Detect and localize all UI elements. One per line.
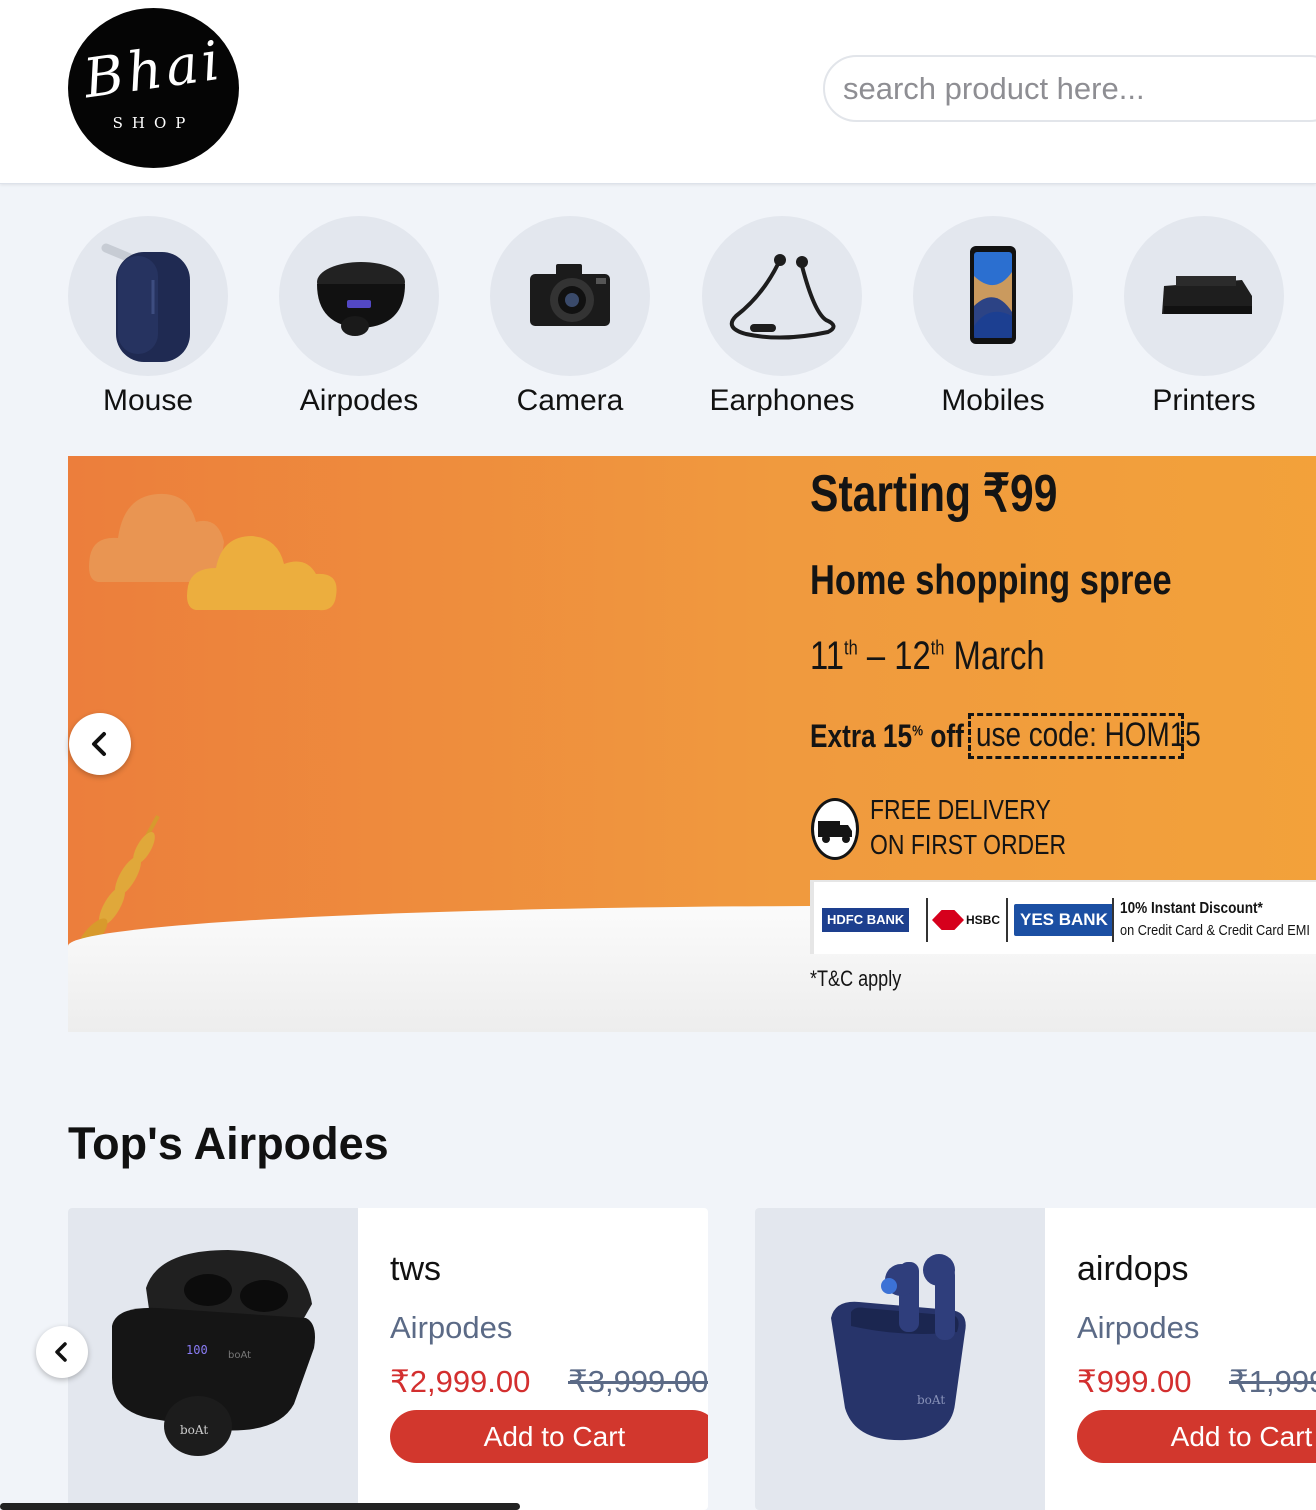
clouds-decoration [89, 493, 337, 611]
product-category: Airpodes [1077, 1310, 1200, 1345]
banner-date-day2: 12 [894, 634, 931, 678]
promo-banner[interactable]: Starting ₹99 Home shopping spree 11th – … [68, 456, 1316, 1032]
banner-dates: 11th – 12th March [810, 634, 1045, 679]
case-brand: boAt [228, 1350, 251, 1361]
product-old-price: ₹1,999.00 [1229, 1364, 1316, 1399]
hdfc-bank-logo: HDFC BANK [822, 908, 910, 932]
header: Bhai SHOP [0, 0, 1316, 184]
bud-brand: boAt [180, 1423, 208, 1437]
case-display: 100 [186, 1343, 208, 1357]
case-brand: boAt [917, 1393, 945, 1407]
product-card[interactable]: 100 boAt boAt tws Airpodes ₹2,999.00 ₹3,… [68, 1208, 708, 1510]
banner-headline: Home shopping spree [810, 556, 1172, 603]
product-name: airdops [1077, 1250, 1189, 1288]
product-card[interactable]: boAt airdops Airpodes ₹999.00 ₹1,999.00 … [755, 1208, 1316, 1510]
earphones-icon [729, 254, 836, 340]
product-image: boAt [755, 1208, 1045, 1510]
delivery-line1: FREE DELIVERY [870, 794, 1051, 825]
printer-icon [1162, 276, 1252, 314]
category-airpodes[interactable]: Airpodes [279, 216, 439, 418]
category-airpodes-image [279, 216, 439, 376]
banner-extra-prefix: Extra 15 [810, 718, 913, 754]
category-earphones-image [702, 216, 862, 376]
mouse-icon [101, 243, 190, 362]
product-category: Airpodes [390, 1310, 513, 1345]
category-printers[interactable]: Printers [1124, 216, 1284, 418]
banner-starting-price: Starting ₹99 [810, 465, 1058, 523]
category-mouse-image [68, 216, 228, 376]
category-printers-image [1124, 216, 1284, 376]
category-mobiles[interactable]: Mobiles [913, 216, 1073, 418]
yes-bank-logo: YES BANK [1014, 904, 1114, 936]
products-prev-button[interactable] [36, 1326, 88, 1378]
category-mobiles-label: Mobiles [941, 384, 1045, 417]
earbuds-case-icon: boAt [831, 1254, 966, 1441]
section-title: Top's Airpodes [68, 1118, 389, 1169]
category-earphones-label: Earphones [709, 384, 855, 417]
delivery-truck-icon [811, 798, 859, 860]
chevron-left-icon [92, 732, 106, 756]
search-input[interactable] [823, 55, 1316, 122]
bank-divider [1006, 898, 1008, 942]
promo-code: use code: HOM15 [976, 716, 1201, 754]
instant-discount-text: 10% Instant Discount* [1120, 900, 1263, 917]
bank-divider [1112, 898, 1114, 942]
earbuds-case-icon: 100 boAt boAt [112, 1250, 315, 1456]
category-camera-image [490, 216, 650, 376]
banner-date-dash: – [866, 634, 886, 678]
add-to-cart-button[interactable]: Add to Cart [1077, 1410, 1316, 1463]
category-mouse-label: Mouse [102, 384, 194, 417]
shop-logo[interactable]: Bhai SHOP [68, 8, 239, 168]
product-old-price: ₹3,999.00 [568, 1364, 708, 1399]
category-airpodes-label: Airpodes [299, 384, 419, 417]
category-camera-label: Camera [516, 384, 624, 417]
logo-brand: Bhai [79, 28, 228, 111]
banner-extra-offer: Extra 15% off [810, 718, 964, 755]
banner-extra-suffix: off [930, 718, 964, 754]
category-mouse[interactable]: Mouse [68, 216, 228, 418]
banner-date-month: March [953, 634, 1045, 678]
mobile-icon [970, 246, 1016, 344]
camera-icon [530, 264, 610, 326]
chevron-left-icon [55, 1342, 67, 1362]
product-name: tws [390, 1250, 441, 1288]
banner-extra-sup: % [912, 722, 924, 740]
terms-text: *T&C apply [810, 966, 902, 991]
product-price: ₹2,999.00 [390, 1364, 531, 1399]
category-printers-label: Printers [1152, 384, 1256, 417]
banner-date-sup2: th [930, 637, 945, 660]
banner-date-day1: 11 [810, 634, 845, 678]
logo-subtitle: SHOP [112, 114, 195, 132]
delivery-line2: ON FIRST ORDER [870, 829, 1067, 860]
bank-divider [926, 898, 928, 942]
add-to-cart-button[interactable]: Add to Cart [390, 1410, 708, 1463]
hsbc-logo: HSBC [932, 908, 1000, 932]
category-camera[interactable]: Camera [490, 216, 650, 418]
category-earphones[interactable]: Earphones [702, 216, 862, 418]
bank-offers-strip: HDFC BANK HSBC YES BANK 10% Instant Disc… [810, 880, 1316, 954]
instant-discount-subtext: on Credit Card & Credit Card EMI [1120, 922, 1310, 939]
category-mobiles-image [913, 216, 1073, 376]
airpods-icon [317, 262, 405, 336]
scroll-indicator [0, 1503, 520, 1510]
banner-date-sup1: th [844, 637, 858, 660]
product-price: ₹999.00 [1077, 1364, 1192, 1399]
product-image: 100 boAt boAt [68, 1208, 358, 1510]
banner-prev-button[interactable] [69, 713, 131, 775]
